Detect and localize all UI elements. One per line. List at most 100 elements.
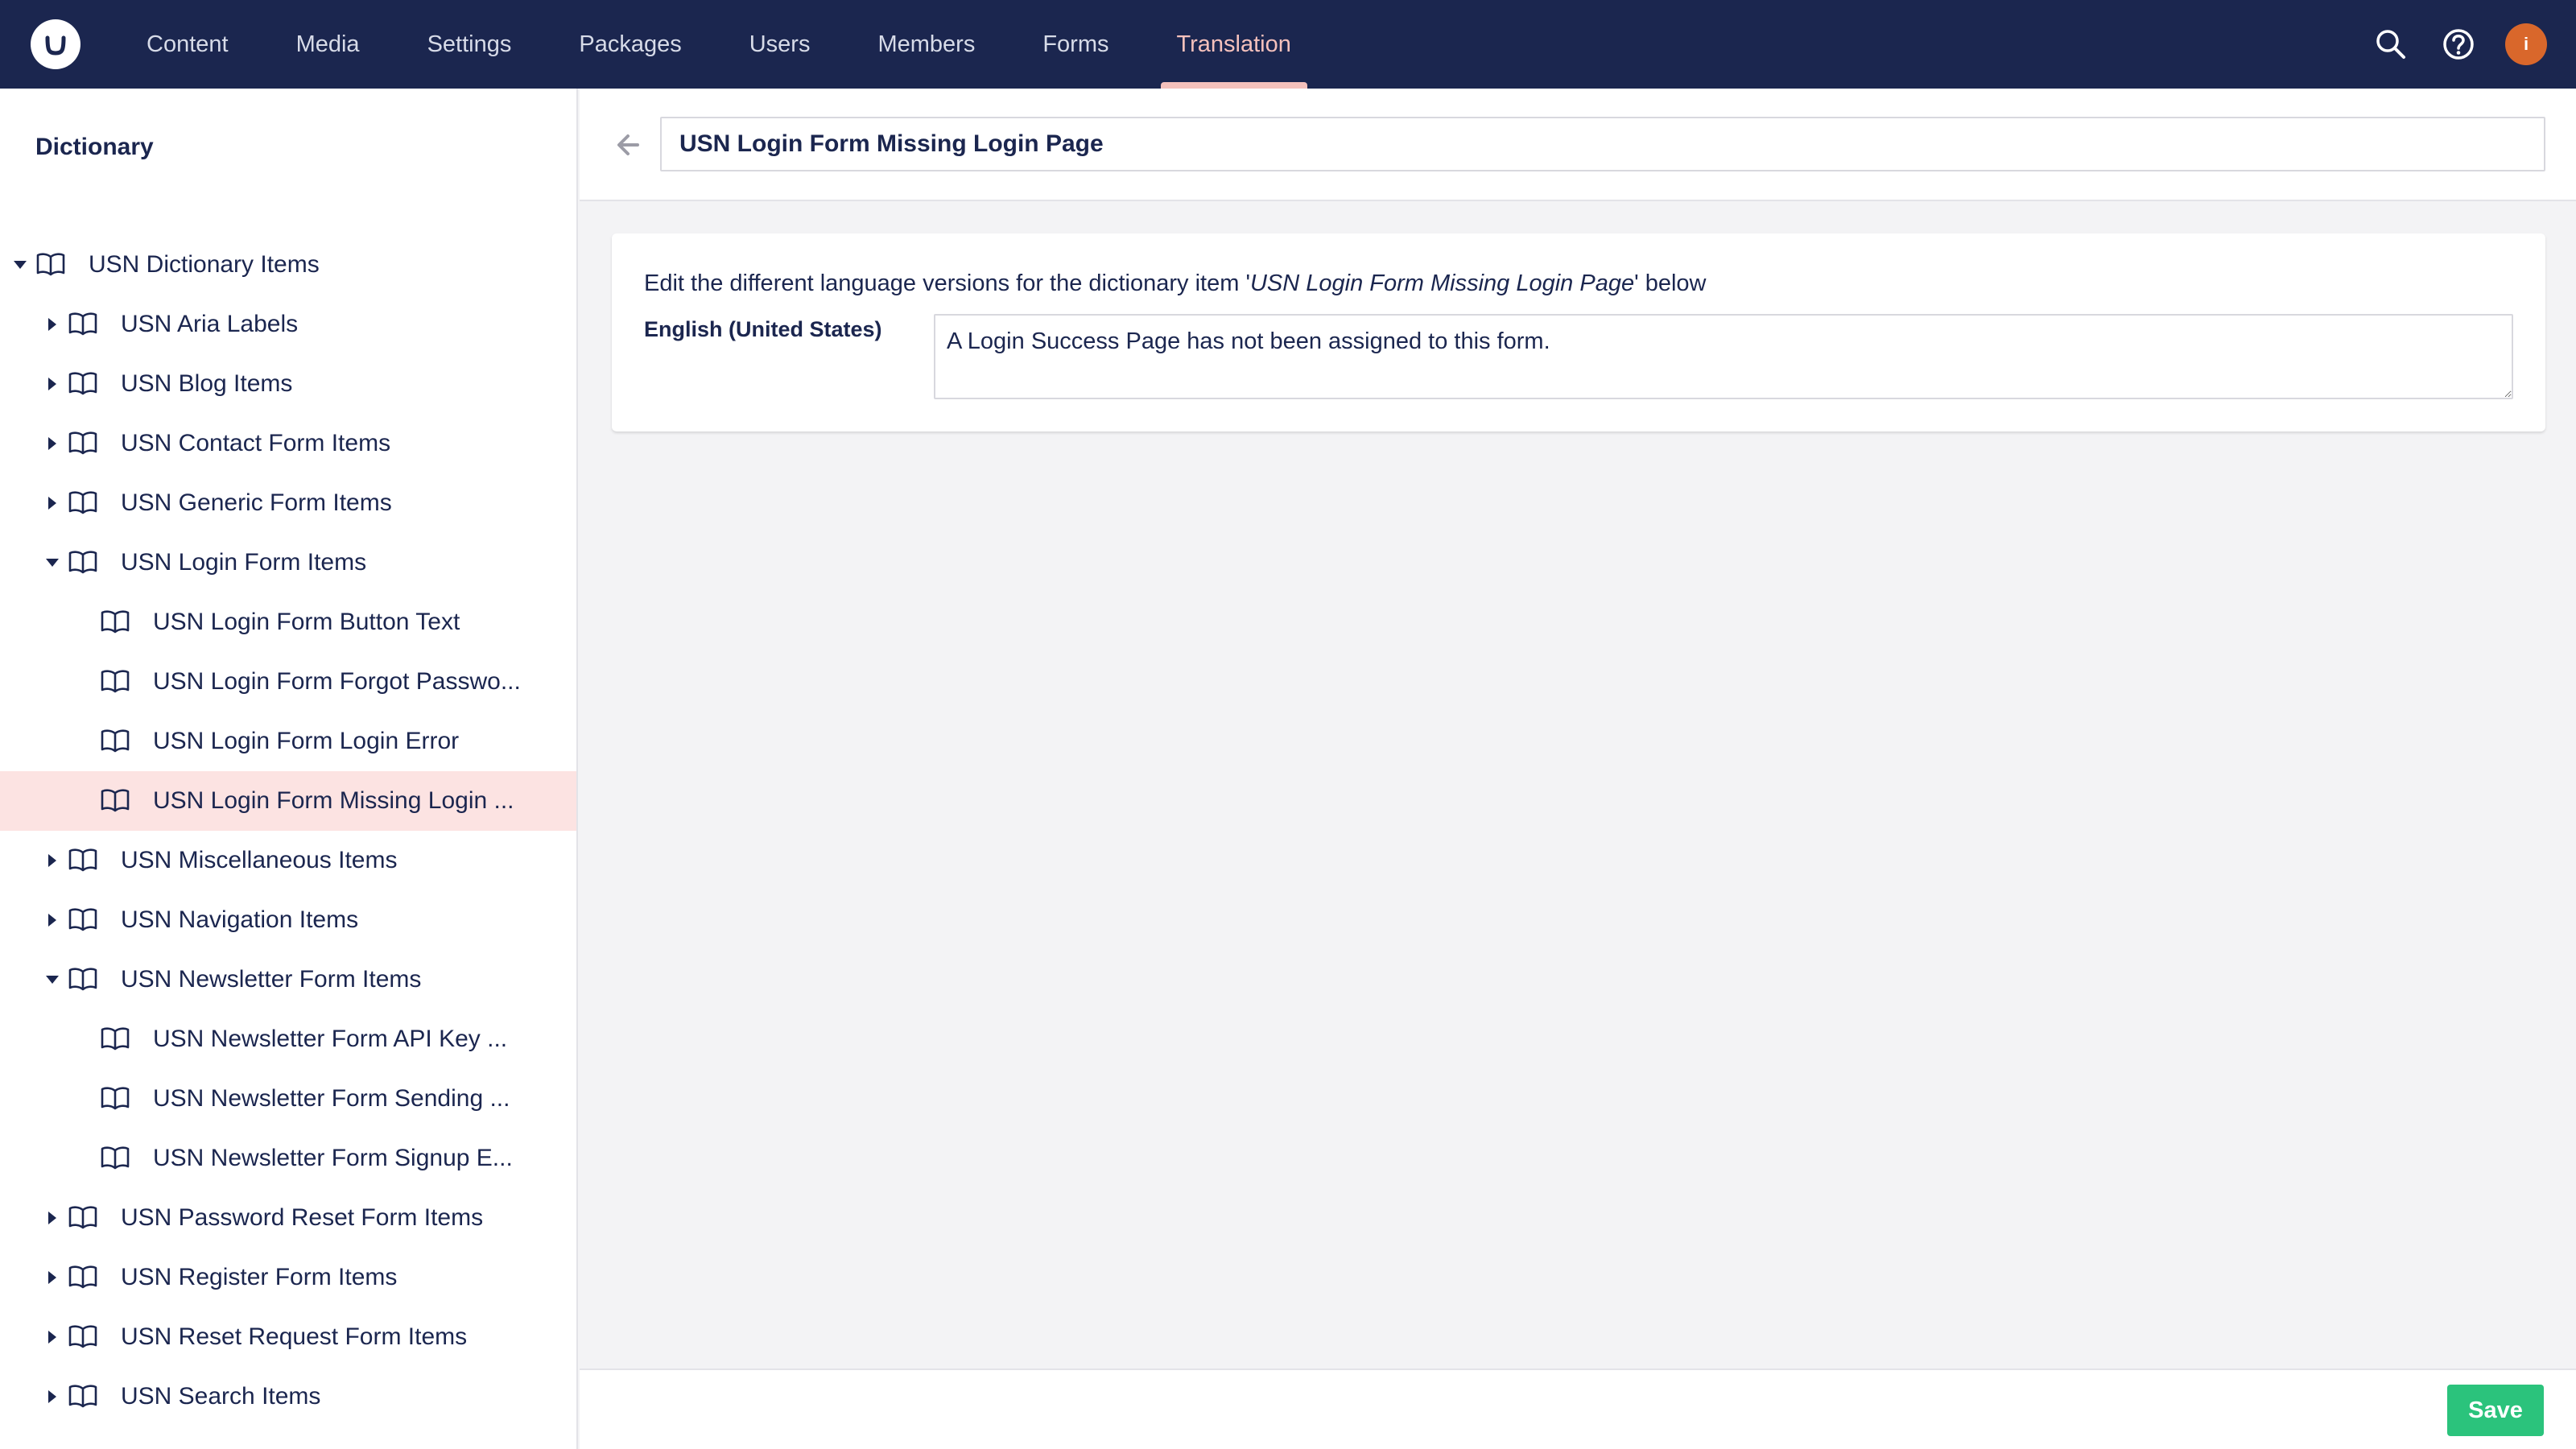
tree-item-label: USN Login Form Forgot Passwo... [153, 668, 521, 695]
caret-right-icon[interactable] [48, 1212, 56, 1224]
tree-item-label: USN Navigation Items [121, 906, 359, 933]
caret-down-icon[interactable] [46, 559, 59, 567]
book-icon [68, 1264, 98, 1290]
nav-content[interactable]: Content [113, 0, 262, 89]
tree-item[interactable]: USN Login Form Button Text [0, 592, 576, 652]
tree-item-label: USN Password Reset Form Items [121, 1204, 484, 1231]
panel-description: Edit the different language versions for… [644, 270, 1707, 296]
editor-header [580, 89, 2576, 201]
sidebar-title: Dictionary [35, 134, 154, 160]
tree-item-label: USN Newsletter Form Items [121, 966, 422, 993]
caret-right-icon[interactable] [48, 1390, 56, 1403]
dictionary-tree: USN Dictionary Items USN Aria Labels USN B… [0, 235, 576, 1426]
umbraco-logo[interactable] [31, 19, 80, 69]
language-label: English (United States) [644, 317, 882, 341]
book-icon [68, 311, 98, 336]
tree-item[interactable]: USN Newsletter Form API Key ... [0, 1009, 576, 1069]
help-icon[interactable] [2438, 23, 2479, 65]
section-nav: Content Media Settings Packages Users Members… [113, 0, 1325, 89]
language-value-textarea[interactable]: A Login Success Page has not been assign… [934, 314, 2513, 399]
caret-down-icon[interactable] [46, 976, 59, 984]
book-icon [35, 251, 66, 277]
tree-item[interactable]: USN Generic Form Items [0, 473, 576, 533]
dictionary-sidebar: Dictionary USN Dictionary Items USN Aria … [0, 89, 578, 1449]
tree-item[interactable]: USN Aria Labels [0, 295, 576, 354]
tree-item[interactable]: USN Login Form Forgot Passwo... [0, 652, 576, 712]
top-icons: i [2370, 0, 2547, 89]
nav-translation[interactable]: Translation [1143, 0, 1325, 89]
book-icon [100, 787, 130, 813]
tree-item-label: USN Newsletter Form API Key ... [153, 1026, 508, 1052]
tree-item[interactable]: USN Newsletter Form Items [0, 950, 576, 1009]
tree-item-label: USN Search Items [121, 1383, 321, 1410]
book-icon [100, 609, 130, 634]
user-avatar[interactable]: i [2505, 23, 2547, 65]
translations-panel: Edit the different language versions for… [612, 233, 2545, 431]
nav-users[interactable]: Users [716, 0, 844, 89]
nav-media[interactable]: Media [262, 0, 394, 89]
tree-item[interactable]: USN Newsletter Form Sending ... [0, 1069, 576, 1129]
book-icon [68, 1323, 98, 1349]
caret-right-icon[interactable] [48, 914, 56, 927]
tree-item-label: USN Contact Form Items [121, 430, 391, 456]
tree-item-label: USN Reset Request Form Items [121, 1323, 468, 1350]
main-editor: Edit the different language versions for… [580, 89, 2576, 1449]
book-icon [100, 1145, 130, 1170]
book-icon [68, 847, 98, 873]
tree-item-label: USN Register Form Items [121, 1264, 398, 1290]
tree-item-label: USN Login Form Missing Login ... [153, 787, 514, 814]
tree-item-label: USN Login Form Button Text [153, 609, 460, 635]
book-icon [68, 549, 98, 575]
book-icon [100, 1085, 130, 1111]
tree-item-label: USN Aria Labels [121, 311, 299, 337]
search-icon[interactable] [2370, 23, 2412, 65]
caret-right-icon[interactable] [48, 497, 56, 510]
caret-right-icon[interactable] [48, 378, 56, 390]
book-icon [100, 668, 130, 694]
tree-item[interactable]: USN Contact Form Items [0, 414, 576, 473]
tree-item[interactable]: USN Miscellaneous Items [0, 831, 576, 890]
tree-item-label: USN Generic Form Items [121, 489, 392, 516]
editor-footer: Save [580, 1368, 2576, 1449]
book-icon [68, 370, 98, 396]
tree-item[interactable]: USN Reset Request Form Items [0, 1307, 576, 1367]
book-icon [68, 906, 98, 932]
tree-item[interactable]: USN Password Reset Form Items [0, 1188, 576, 1248]
book-icon [68, 1383, 98, 1409]
book-icon [68, 1204, 98, 1230]
tree-item[interactable]: USN Newsletter Form Signup E... [0, 1129, 576, 1188]
nav-forms[interactable]: Forms [1009, 0, 1142, 89]
caret-right-icon[interactable] [48, 1331, 56, 1344]
tree-item-label: USN Dictionary Items [89, 251, 320, 278]
tree-item-label: USN Login Form Login Error [153, 728, 460, 754]
caret-right-icon[interactable] [48, 437, 56, 450]
nav-members[interactable]: Members [844, 0, 1009, 89]
back-arrow-icon[interactable] [613, 130, 642, 159]
tree-item[interactable]: USN Blog Items [0, 354, 576, 414]
book-icon [68, 430, 98, 456]
caret-right-icon[interactable] [48, 318, 56, 331]
tree-item-label: USN Login Form Items [121, 549, 367, 576]
top-navigation-bar: Content Media Settings Packages Users Members… [0, 0, 2576, 89]
tree-item[interactable]: USN Login Form Missing Login ... [0, 771, 576, 831]
tree-item[interactable]: USN Navigation Items [0, 890, 576, 950]
book-icon [68, 489, 98, 515]
tree-item[interactable]: USN Login Form Login Error [0, 712, 576, 771]
tree-item[interactable]: USN Dictionary Items [0, 235, 576, 295]
tree-item[interactable]: USN Search Items [0, 1367, 576, 1426]
tree-item-label: USN Newsletter Form Signup E... [153, 1145, 513, 1171]
tree-item-label: USN Miscellaneous Items [121, 847, 398, 873]
dictionary-item-name-input[interactable] [660, 117, 2545, 171]
book-icon [100, 728, 130, 753]
tree-item[interactable]: USN Login Form Items [0, 533, 576, 592]
book-icon [100, 1026, 130, 1051]
caret-right-icon[interactable] [48, 1271, 56, 1284]
tree-item-label: USN Blog Items [121, 370, 293, 397]
caret-right-icon[interactable] [48, 854, 56, 867]
caret-down-icon[interactable] [14, 261, 27, 269]
tree-item-label: USN Newsletter Form Sending ... [153, 1085, 510, 1112]
nav-settings[interactable]: Settings [394, 0, 546, 89]
nav-packages[interactable]: Packages [545, 0, 715, 89]
tree-item[interactable]: USN Register Form Items [0, 1248, 576, 1307]
save-button[interactable]: Save [2447, 1385, 2544, 1436]
